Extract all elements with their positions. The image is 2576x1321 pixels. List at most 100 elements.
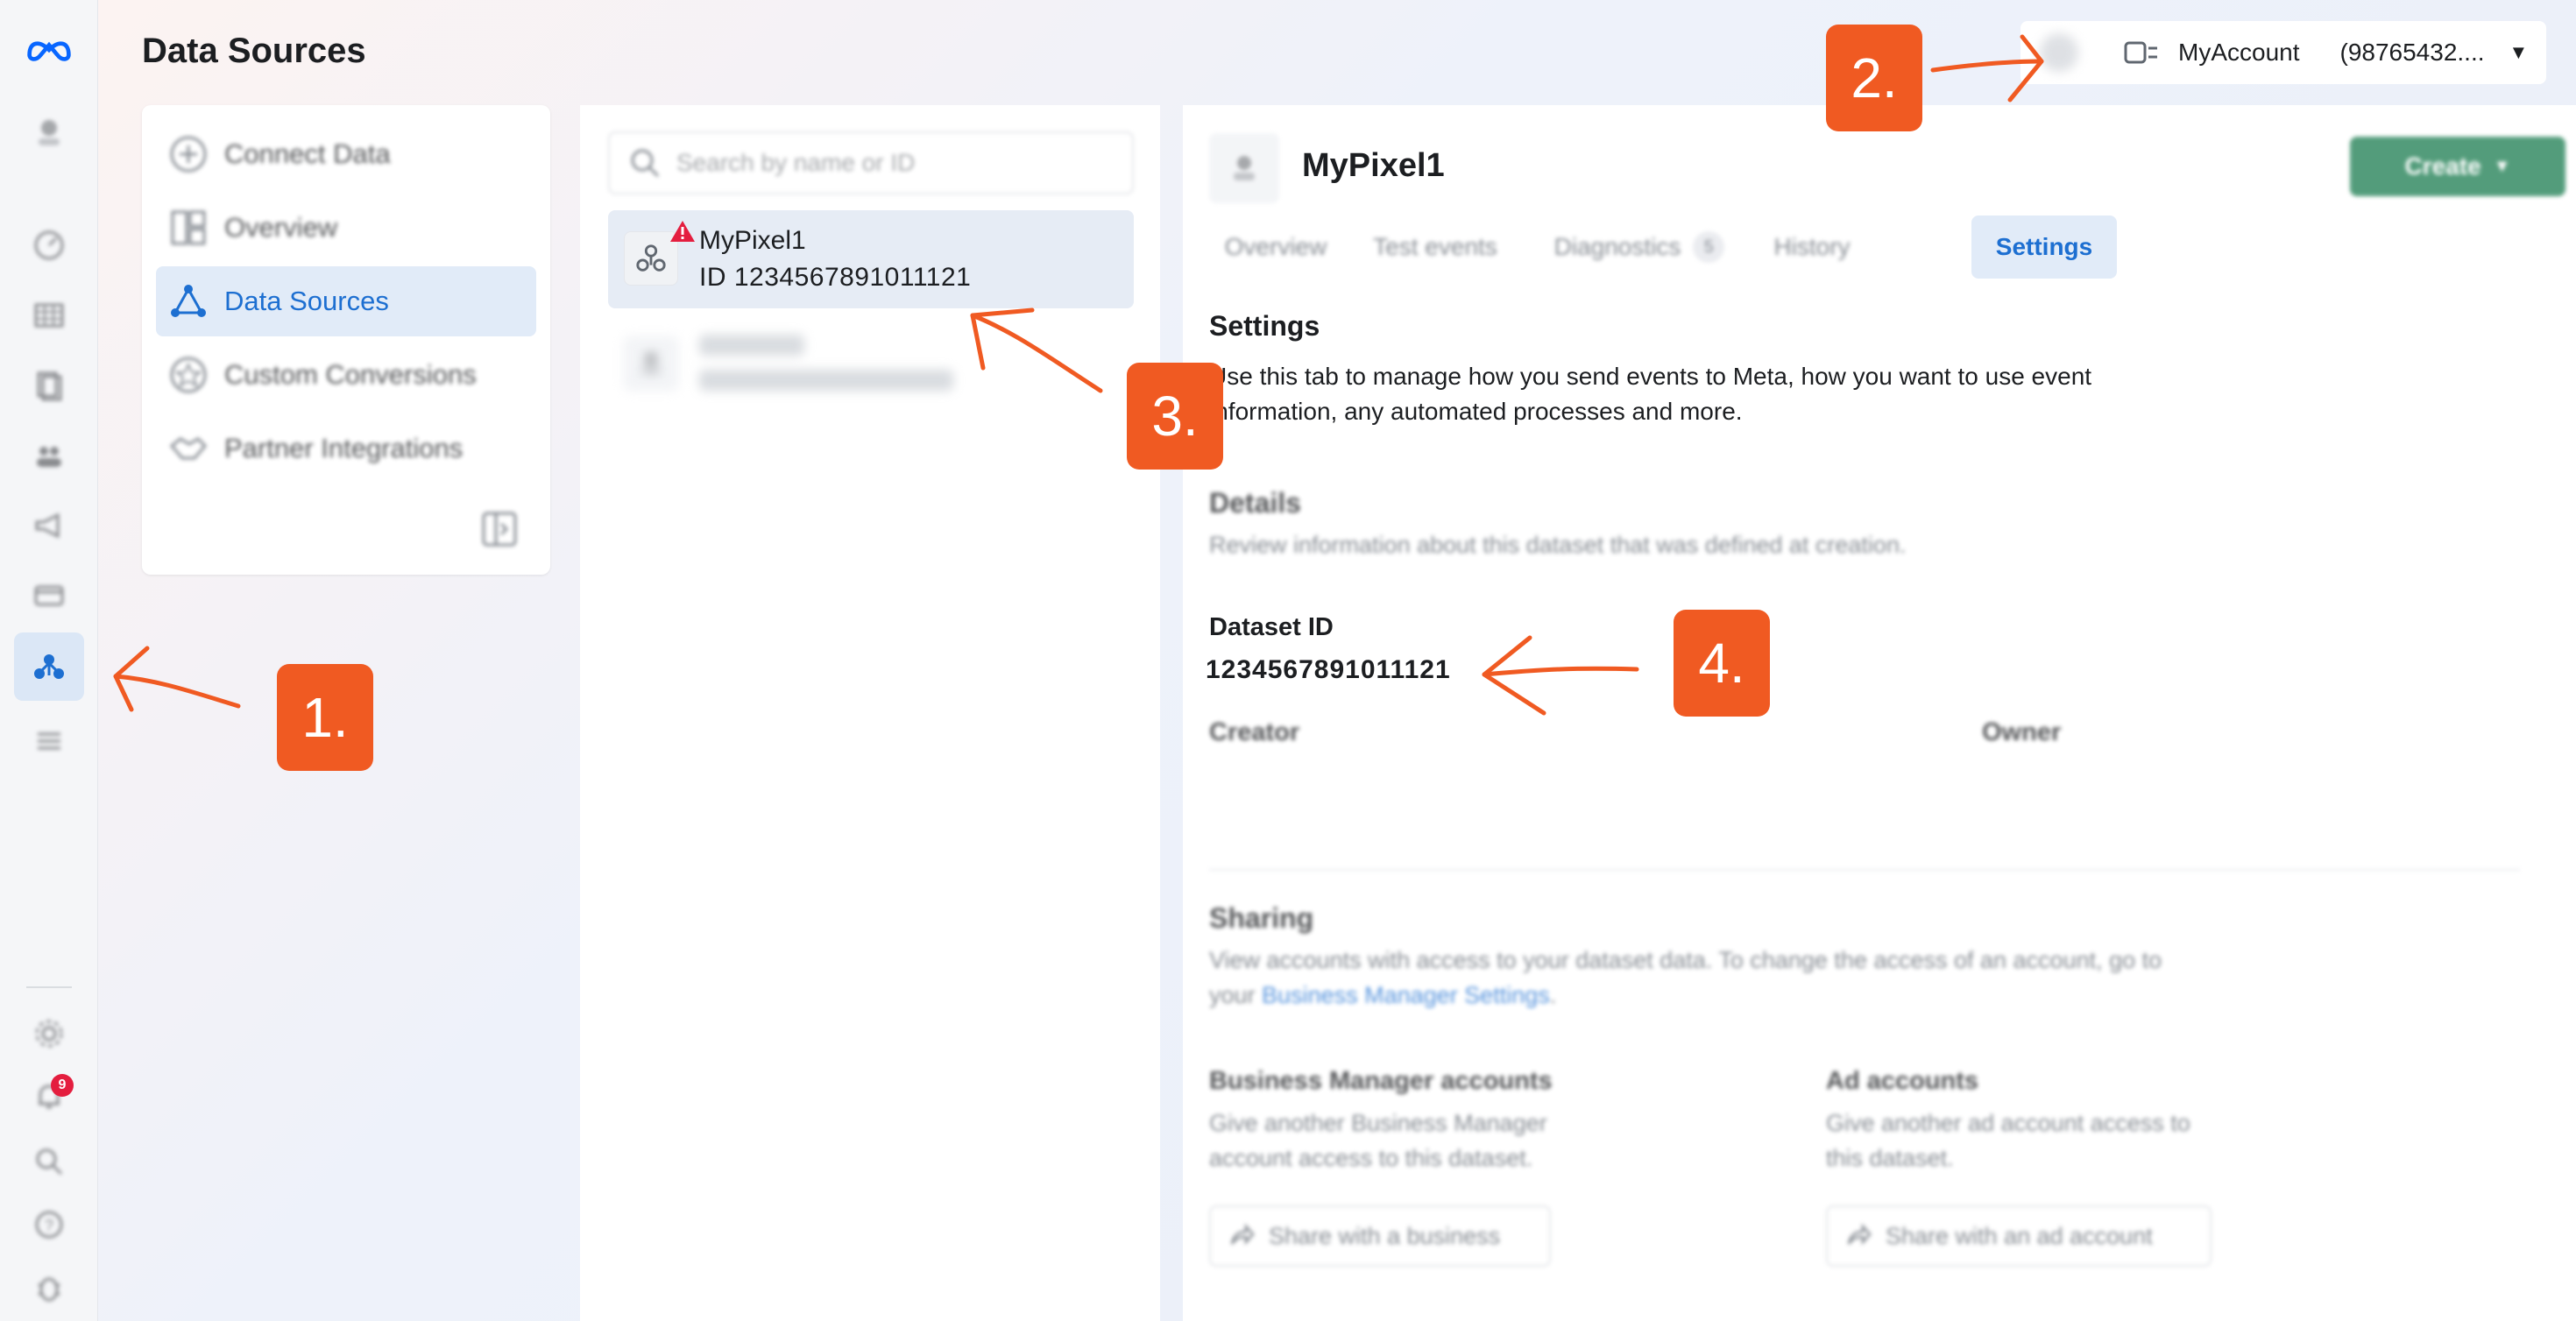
bm-accounts-description-line2: account access to this dataset. (1209, 1145, 1533, 1171)
avatar (2040, 33, 2078, 72)
help-icon[interactable]: ? (23, 1198, 75, 1251)
notification-badge: 9 (51, 1074, 74, 1097)
nav-item-label: Overview (224, 212, 338, 243)
ad-accounts-description-line2: this dataset. (1826, 1145, 1954, 1171)
tab-diagnostics[interactable]: Diagnostics 5 (1540, 215, 1738, 279)
collapse-panel-icon[interactable] (480, 510, 519, 548)
billing-icon[interactable] (23, 569, 75, 622)
account-switcher[interactable]: MyAccount (98765432.... ▼ (2020, 21, 2546, 84)
owner-label: Owner (1982, 718, 2062, 746)
account-icon (2124, 41, 2157, 64)
plus-circle-icon (168, 134, 209, 174)
profile-icon[interactable] (23, 105, 75, 158)
nav-item-connect-data[interactable]: Connect Data (156, 119, 536, 189)
tab-overview[interactable]: Overview (1218, 215, 1334, 279)
share-with-business-button[interactable]: Share with a business (1209, 1205, 1551, 1267)
audience-icon[interactable] (23, 429, 75, 482)
share-icon (1230, 1223, 1255, 1246)
share-with-ad-account-label: Share with an ad account (1886, 1222, 2153, 1249)
search-input[interactable] (676, 149, 1115, 177)
table-icon[interactable] (23, 289, 75, 342)
details-heading: Details (1209, 487, 1301, 519)
annotation-arrowhead-1 (113, 646, 150, 712)
data-sources-icon (168, 281, 209, 321)
dataset-id-label: Dataset ID (1209, 613, 1334, 641)
create-button[interactable]: Create ▼ (2350, 137, 2565, 196)
account-id: (98765432.... (2339, 39, 2485, 66)
events-manager-icon[interactable] (14, 632, 84, 701)
sharing-suffix: . (1549, 982, 1557, 1008)
tab-label: History (1773, 233, 1851, 260)
events-manager-nav: Connect Data Overview Data Sources Custo… (142, 105, 550, 575)
nav-item-label: Partner Integrations (224, 433, 464, 463)
nav-item-label: Data Sources (224, 286, 389, 316)
share-icon (1847, 1223, 1872, 1246)
meta-logo-icon[interactable] (23, 23, 75, 75)
redacted-id (699, 370, 953, 391)
step-badge-1: 1. (277, 664, 373, 771)
nav-item-data-sources[interactable]: Data Sources (156, 266, 536, 336)
settings-heading: Settings (1209, 310, 1320, 342)
bell-icon[interactable]: 9 (23, 1070, 75, 1123)
nav-item-label: Connect Data (224, 138, 391, 169)
megaphone-icon[interactable] (23, 499, 75, 552)
step-badge-3: 3. (1127, 363, 1223, 470)
data-source-id: ID 1234567891011121 (699, 263, 972, 292)
redacted-name (699, 335, 804, 356)
dashboard-icon[interactable] (23, 219, 75, 272)
data-source-item[interactable]: MyPixel1 ID 1234567891011121 (608, 210, 1134, 308)
ad-accounts-description-line1: Give another ad account access to (1826, 1110, 2190, 1136)
nav-item-partner-integrations[interactable]: Partner Integrations (156, 413, 536, 484)
tab-label: Test events (1373, 233, 1497, 260)
account-name: MyAccount (2178, 39, 2300, 66)
search-field[interactable] (608, 131, 1134, 194)
rail-divider (26, 986, 72, 988)
page-title: Data Sources (142, 32, 366, 70)
tab-settings[interactable]: Settings (1971, 215, 2117, 279)
gear-icon[interactable] (23, 1007, 75, 1060)
dataset-avatar-icon (1209, 133, 1279, 203)
share-with-ad-account-button[interactable]: Share with an ad account (1826, 1205, 2212, 1267)
tab-history[interactable]: History (1759, 215, 1865, 279)
nav-item-overview[interactable]: Overview (156, 193, 536, 263)
data-source-item-redacted[interactable] (608, 315, 1134, 413)
settings-description-line1: Use this tab to manage how you send even… (1209, 363, 2092, 390)
nav-item-label: Custom Conversions (224, 359, 477, 390)
settings-description-line2: information, any automated processes and… (1209, 398, 1743, 425)
creator-label: Creator (1209, 718, 1300, 746)
create-button-label: Create (2404, 152, 2481, 180)
section-divider (1209, 869, 2520, 871)
dataset-title: MyPixel1 (1302, 147, 1445, 184)
bm-accounts-heading: Business Manager accounts (1209, 1067, 1553, 1095)
pixel-icon (624, 336, 678, 391)
dataset-detail: MyPixel1 Create ▼ Overview Test events D… (1183, 105, 2576, 1321)
data-source-list: MyPixel1 ID 1234567891011121 (580, 105, 1160, 1321)
search-icon (631, 149, 660, 178)
tab-label: Diagnostics (1553, 233, 1681, 260)
sharing-description-line1: View accounts with access to your datase… (1209, 947, 2162, 973)
share-with-business-label: Share with a business (1269, 1222, 1501, 1249)
sharing-prefix: your (1209, 982, 1256, 1008)
bm-accounts-description-line1: Give another Business Manager (1209, 1110, 1547, 1136)
tab-label: Overview (1224, 233, 1327, 260)
bug-icon[interactable] (23, 1261, 75, 1314)
diagnostics-count: 5 (1693, 231, 1725, 263)
business-manager-settings-link[interactable]: Business Manager Settings (1262, 982, 1550, 1008)
dataset-id-value: 1234567891011121 (1206, 655, 1451, 684)
tab-test-events[interactable]: Test events (1358, 215, 1512, 279)
sharing-description-line2: your Business Manager Settings. (1209, 978, 1556, 1013)
step-badge-2: 2. (1826, 25, 1922, 131)
left-rail: 9 ? (0, 0, 98, 1321)
data-source-name: MyPixel1 (699, 226, 806, 255)
chevron-down-icon: ▼ (2493, 156, 2511, 176)
search-icon[interactable] (23, 1135, 75, 1188)
nav-item-custom-conversions[interactable]: Custom Conversions (156, 340, 536, 410)
menu-icon[interactable] (23, 715, 75, 767)
svg-text:?: ? (45, 1217, 53, 1234)
pages-icon[interactable] (23, 359, 75, 412)
annotation-arrow-1 (113, 674, 241, 709)
layout-icon (168, 208, 209, 248)
handshake-icon (168, 428, 209, 469)
sharing-heading: Sharing (1209, 902, 1314, 934)
chevron-down-icon: ▼ (2509, 41, 2529, 63)
